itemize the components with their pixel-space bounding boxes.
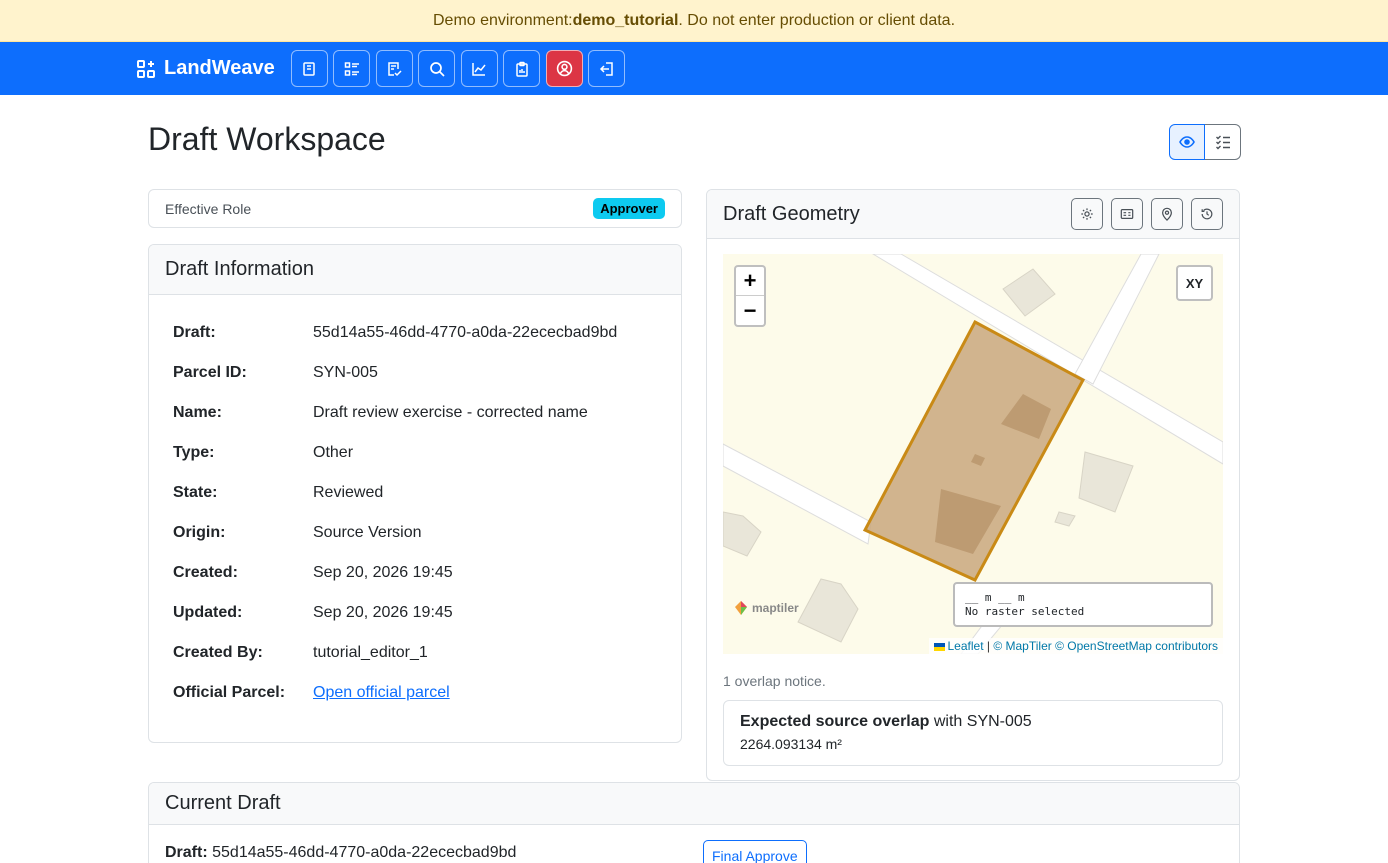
- history-icon: [1201, 208, 1213, 220]
- draft-information-card: Draft Information Draft: 55d14a55-46dd-47…: [148, 244, 682, 743]
- ukraine-flag-icon: [933, 642, 945, 651]
- checklist-icon: [388, 61, 402, 76]
- geometry-details-button[interactable]: [1111, 198, 1143, 230]
- info-label: State:: [173, 484, 218, 501]
- info-label: Type:: [173, 444, 215, 461]
- info-value: Other: [313, 444, 354, 461]
- coordinate-value: __ m __ m: [965, 591, 1025, 604]
- overlap-title: Expected source overlap: [740, 713, 930, 730]
- info-value: SYN-005: [313, 364, 378, 381]
- current-draft-card: Current Draft Draft: 55d14a55-46dd-4770-…: [148, 782, 1240, 863]
- openstreetmap-link[interactable]: © OpenStreetMap contributors: [1055, 639, 1218, 653]
- nav-account-button[interactable]: [545, 50, 583, 87]
- gear-icon: [1081, 208, 1093, 220]
- maptiler-link[interactable]: © MapTiler: [993, 639, 1051, 653]
- nav-reports-button[interactable]: [460, 50, 498, 87]
- nav-logout-button[interactable]: [588, 50, 626, 87]
- map-attribution: Leaflet | © MapTiler © OpenStreetMap con…: [928, 638, 1223, 654]
- book-icon: [303, 61, 316, 76]
- xy-toggle-button[interactable]: XY: [1176, 265, 1213, 301]
- role-label: Effective Role: [165, 200, 252, 217]
- info-label: Created:: [173, 564, 238, 581]
- info-value: Source Version: [313, 524, 422, 541]
- draft-geometry-card: Draft Geometry + − XY __ m __ m No raste…: [706, 189, 1240, 781]
- nav-search-button[interactable]: [418, 50, 456, 87]
- info-label: Parcel ID:: [173, 364, 247, 381]
- maptiler-logo-icon: [735, 601, 747, 615]
- brand-link[interactable]: LandWeave: [137, 57, 275, 80]
- zoom-in-button[interactable]: +: [736, 267, 764, 296]
- maptiler-logo-text: maptiler: [752, 601, 799, 615]
- search-icon: [429, 61, 445, 77]
- info-value: Sep 20, 2026 19:45: [313, 604, 453, 621]
- id-card-icon: [1120, 209, 1134, 219]
- info-label: Created By:: [173, 644, 263, 661]
- info-value: Sep 20, 2026 19:45: [313, 564, 453, 581]
- nav-docs-button[interactable]: [290, 50, 328, 87]
- user-circle-icon: [556, 60, 572, 77]
- apps-icon: [137, 59, 155, 78]
- demo-environment-banner: Demo environment: demo_tutorial. Do not …: [0, 0, 1388, 42]
- banner-prefix: Demo environment:: [432, 11, 573, 29]
- geometry-history-button[interactable]: [1191, 198, 1223, 230]
- geometry-toolbar: [1071, 198, 1223, 230]
- eye-icon: [1179, 136, 1195, 148]
- info-label: Official Parcel:: [173, 684, 286, 701]
- info-label: Updated:: [173, 604, 243, 621]
- map-view[interactable]: + − XY __ m __ m No raster selected mapt…: [723, 254, 1223, 654]
- zoom-control: + −: [734, 265, 766, 327]
- draft-information-header: Draft Information: [149, 245, 681, 295]
- current-draft-label: Draft:: [165, 844, 208, 861]
- overlap-notice: Expected source overlap with SYN-005 226…: [723, 700, 1223, 766]
- current-draft-value: 55d14a55-46dd-4770-a0da-22ececbad9bd: [207, 844, 517, 861]
- info-value: Open official parcel: [313, 684, 450, 702]
- geometry-locate-button[interactable]: [1151, 198, 1183, 230]
- info-value: Reviewed: [313, 484, 384, 501]
- info-label: Name:: [173, 404, 222, 421]
- coordinate-readout: __ m __ m No raster selected: [953, 582, 1213, 627]
- info-label: Origin:: [173, 524, 226, 541]
- clipboard-icon: [516, 61, 528, 77]
- overlap-area: 2264.093134 m²: [740, 736, 842, 752]
- role-badge: Approver: [593, 198, 665, 219]
- page-title: Draft Workspace: [148, 121, 386, 157]
- maptiler-logo[interactable]: maptiler: [733, 600, 799, 616]
- banner-suffix: . Do not enter production or client data…: [678, 11, 956, 29]
- info-value: Draft review exercise - corrected name: [313, 404, 588, 421]
- map-pin-icon: [1162, 207, 1172, 221]
- top-navbar: LandWeave: [0, 42, 1388, 95]
- nav-list-button[interactable]: [333, 50, 371, 87]
- info-label: Draft:: [173, 324, 216, 341]
- current-draft-header: Current Draft: [149, 783, 1239, 825]
- list-details-icon: [344, 61, 359, 76]
- geometry-settings-button[interactable]: [1071, 198, 1103, 230]
- nav-tasks-button[interactable]: [503, 50, 541, 87]
- view-toggle-group: [1169, 124, 1241, 160]
- draft-geometry-title: Draft Geometry: [723, 202, 860, 225]
- info-value: tutorial_editor_1: [313, 644, 428, 661]
- effective-role-card: Effective Role Approver: [148, 189, 682, 228]
- raster-status: No raster selected: [965, 605, 1085, 618]
- open-official-parcel-link[interactable]: Open official parcel: [313, 684, 450, 701]
- view-checklist-button[interactable]: [1205, 124, 1241, 160]
- current-draft-id: Draft: 55d14a55-46dd-4770-a0da-22ececbad…: [165, 844, 516, 862]
- overlap-count: 1 overlap notice.: [723, 673, 826, 689]
- zoom-out-button[interactable]: −: [736, 296, 764, 325]
- nav-review-button[interactable]: [375, 50, 413, 87]
- overlap-with: with SYN-005: [929, 713, 1032, 730]
- final-approve-button[interactable]: Final Approve: [703, 840, 807, 863]
- banner-env: demo_tutorial: [572, 11, 679, 29]
- attribution-separator: |: [983, 639, 994, 653]
- brand-name: LandWeave: [164, 57, 275, 79]
- view-details-button[interactable]: [1169, 124, 1205, 160]
- chart-icon: [472, 62, 486, 76]
- info-value: 55d14a55-46dd-4770-a0da-22ececbad9bd: [313, 324, 618, 341]
- list-check-icon: [1215, 135, 1230, 150]
- leaflet-link[interactable]: Leaflet: [948, 639, 984, 653]
- logout-icon: [599, 61, 613, 76]
